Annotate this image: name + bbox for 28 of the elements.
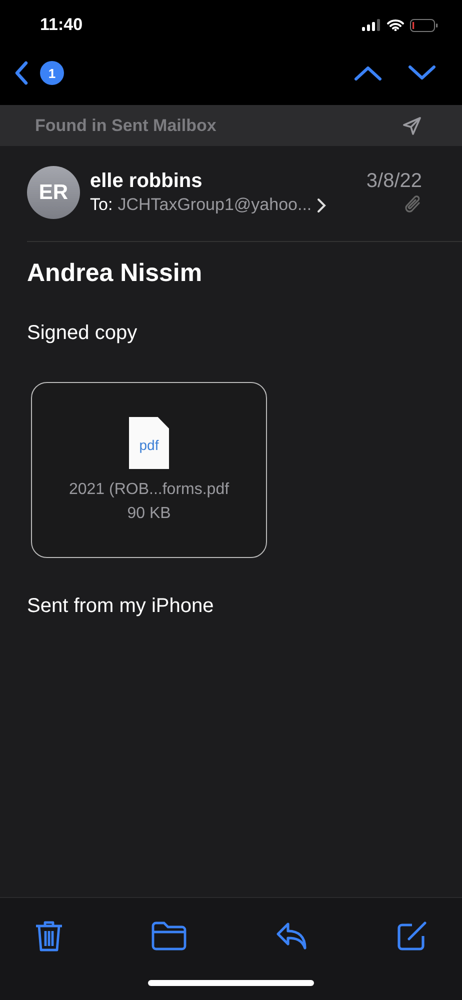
status-time: 11:40	[40, 15, 83, 35]
previous-message-button[interactable]	[354, 65, 382, 81]
attachment-filename: 2021 (ROB...forms.pdf	[68, 481, 230, 499]
attachment-card[interactable]: pdf 2021 (ROB...forms.pdf 90 KB	[31, 382, 267, 558]
message-subject: Andrea Nissim	[27, 259, 204, 288]
message-body: Signed copy	[27, 322, 138, 345]
folder-button[interactable]	[151, 921, 188, 951]
back-button[interactable]: 1	[14, 61, 64, 85]
unread-count-badge: 1	[40, 61, 64, 85]
chevron-right-icon	[316, 198, 326, 212]
to-label: To:	[90, 195, 113, 215]
send-icon	[402, 116, 422, 136]
sender-name: elle robbins	[90, 170, 202, 193]
signal-icon	[362, 19, 381, 31]
avatar: ER	[27, 166, 80, 219]
attachment-size: 90 KB	[127, 505, 171, 523]
compose-button[interactable]	[396, 920, 428, 952]
back-chevron-icon	[14, 61, 28, 85]
message-signature: Sent from my iPhone	[27, 595, 215, 618]
battery-icon	[410, 18, 438, 32]
next-message-button[interactable]	[408, 65, 436, 81]
file-type-label: pdf	[139, 437, 159, 453]
reply-button[interactable]	[274, 921, 309, 951]
banner-text: Found in Sent Mailbox	[35, 116, 216, 136]
recipient-address[interactable]: JCHTaxGroup1@yahoo...	[118, 195, 312, 215]
message-date: 3/8/22	[366, 170, 422, 193]
wifi-icon	[387, 19, 404, 31]
trash-button[interactable]	[34, 920, 64, 952]
